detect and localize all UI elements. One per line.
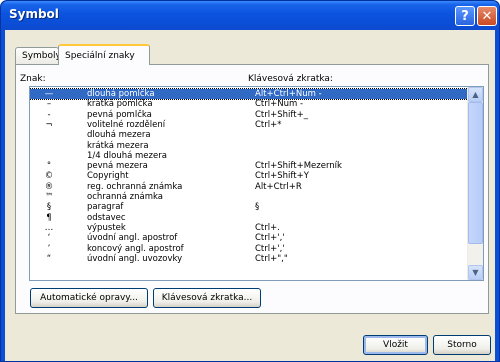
row-name: krátká pomlčka bbox=[87, 99, 153, 110]
row-name: ochranná známka bbox=[87, 192, 163, 202]
cancel-button-label: Storno bbox=[447, 340, 477, 350]
list-row[interactable]: ’ koncový angl. apostrof Ctrl+',' bbox=[30, 244, 470, 254]
list-scrollbar[interactable]: ▲ ▼ bbox=[467, 87, 483, 280]
row-name: dlouhá mezera bbox=[87, 130, 151, 141]
special-characters-list[interactable]: — dlouhá pomlčka Alt+Ctrl+Num - – krátká pom… bbox=[29, 86, 484, 281]
list-row[interactable]: ¶ odstavec bbox=[30, 213, 470, 223]
tab-special-characters[interactable]: Speciální znaky bbox=[58, 44, 150, 65]
list-row[interactable]: — dlouhá pomlčka Alt+Ctrl+Num - bbox=[30, 87, 471, 101]
row-shortcut: Ctrl+Shift+Mezerník bbox=[255, 161, 342, 172]
list-row[interactable]: ‘ úvodní angl. apostrof Ctrl+',' bbox=[30, 233, 470, 243]
row-name: krátká mezera bbox=[87, 140, 149, 151]
symbol-dialog: Symbol ? ✕ Symboly Speciální znaky Znak:… bbox=[0, 0, 500, 362]
row-name: Copyright bbox=[87, 171, 129, 182]
tab-special-characters-label: Speciální znaky bbox=[65, 50, 135, 61]
list-row[interactable]: dlouhá mezera bbox=[30, 130, 470, 140]
row-name: volitelné rozdělení bbox=[87, 119, 166, 130]
row-name: úvodní angl. uvozovky bbox=[87, 253, 183, 264]
row-shortcut: Ctrl+. bbox=[255, 222, 280, 233]
row-symbol: — bbox=[44, 89, 54, 99]
shortcut-key-button[interactable]: Klávesová zkratka... bbox=[153, 288, 261, 308]
row-symbol: - bbox=[47, 109, 51, 120]
row-symbol: ‘ bbox=[47, 233, 51, 244]
list-row[interactable]: 1/4 dlouhá mezera bbox=[30, 151, 470, 161]
row-name: pevná mezera bbox=[87, 161, 148, 172]
row-symbol: … bbox=[44, 222, 54, 233]
special-characters-panel: Znak: Klávesová zkratka: — dlouhá pomlčka… bbox=[15, 64, 489, 314]
row-shortcut: Ctrl+Shift+_ bbox=[255, 109, 308, 120]
chevron-up-icon: ▲ bbox=[472, 90, 479, 99]
row-symbol: © bbox=[44, 171, 54, 182]
row-symbol: – bbox=[46, 99, 52, 110]
list-row[interactable]: ¬ volitelné rozdělení Ctrl+* bbox=[30, 120, 470, 130]
row-name: koncový angl. apostrof bbox=[87, 243, 184, 254]
list-row[interactable]: © Copyright Ctrl+Shift+Y bbox=[30, 171, 470, 181]
close-button[interactable]: ✕ bbox=[477, 6, 497, 26]
close-icon: ✕ bbox=[481, 8, 493, 24]
row-name: 1/4 dlouhá mezera bbox=[87, 150, 167, 161]
chevron-down-icon: ▼ bbox=[472, 268, 479, 277]
shortcut-key-button-label: Klávesová zkratka... bbox=[161, 293, 253, 303]
help-icon: ? bbox=[461, 8, 469, 24]
scroll-up-button[interactable]: ▲ bbox=[468, 87, 483, 102]
row-name: pevná pomlčka bbox=[87, 109, 152, 120]
autocorrect-button[interactable]: Automatické opravy... bbox=[30, 288, 148, 308]
list-row[interactable]: § paragraf § bbox=[30, 202, 470, 212]
row-symbol: ’ bbox=[47, 243, 51, 254]
row-shortcut: § bbox=[255, 202, 260, 213]
window-title: Symbol bbox=[9, 7, 59, 21]
scroll-thumb[interactable] bbox=[468, 102, 483, 244]
help-button[interactable]: ? bbox=[455, 6, 475, 26]
row-shortcut: Ctrl+"," bbox=[255, 253, 288, 264]
row-name: úvodní angl. apostrof bbox=[87, 233, 178, 244]
row-symbol: § bbox=[46, 202, 52, 213]
tab-symbols-label: Symboly bbox=[22, 51, 61, 61]
insert-button-label: Vložit bbox=[383, 340, 408, 350]
column-header-shortcut: Klávesová zkratka: bbox=[248, 74, 333, 84]
cancel-button[interactable]: Storno bbox=[433, 335, 491, 355]
column-header-char: Znak: bbox=[20, 74, 46, 84]
row-symbol: ¶ bbox=[46, 212, 52, 223]
row-name: dlouhá pomlčka bbox=[87, 89, 155, 99]
row-shortcut: Ctrl+Num - bbox=[255, 99, 304, 110]
list-row[interactable]: krátká mezera bbox=[30, 141, 470, 151]
insert-button[interactable]: Vložit bbox=[363, 335, 428, 355]
row-symbol: ¬ bbox=[45, 119, 53, 130]
scroll-down-button[interactable]: ▼ bbox=[468, 265, 483, 280]
list-row[interactable]: ° pevná mezera Ctrl+Shift+Mezerník bbox=[30, 161, 470, 171]
row-name: výpustek bbox=[87, 222, 126, 233]
tab-symbols[interactable]: Symboly bbox=[15, 47, 61, 64]
row-shortcut: Ctrl+',' bbox=[255, 233, 285, 244]
dialog-body: Symboly Speciální znaky Znak: Klávesová … bbox=[5, 30, 495, 361]
list-row[interactable]: – krátká pomlčka Ctrl+Num - bbox=[30, 99, 470, 109]
row-shortcut: Ctrl+* bbox=[255, 119, 282, 130]
list-row[interactable]: … výpustek Ctrl+. bbox=[30, 223, 470, 233]
row-shortcut: Alt+Ctrl+Num - bbox=[255, 89, 322, 99]
list-row[interactable]: ® reg. ochranná známka Alt+Ctrl+R bbox=[30, 182, 470, 192]
row-symbol: ® bbox=[44, 181, 54, 192]
row-symbol: ° bbox=[46, 161, 52, 172]
row-symbol: “ bbox=[46, 253, 52, 264]
list-row[interactable]: ™ ochranná známka bbox=[30, 192, 470, 202]
title-bar[interactable]: Symbol ? ✕ bbox=[1, 1, 499, 30]
row-shortcut: Alt+Ctrl+R bbox=[255, 181, 302, 192]
row-shortcut: Ctrl+',' bbox=[255, 243, 285, 254]
row-name: odstavec bbox=[87, 212, 126, 223]
row-name: paragraf bbox=[87, 202, 124, 213]
row-symbol: ™ bbox=[44, 192, 54, 202]
list-row[interactable]: - pevná pomlčka Ctrl+Shift+_ bbox=[30, 110, 470, 120]
list-row[interactable]: “ úvodní angl. uvozovky Ctrl+"," bbox=[30, 254, 470, 264]
row-shortcut: Ctrl+Shift+Y bbox=[255, 171, 309, 182]
autocorrect-button-label: Automatické opravy... bbox=[40, 293, 138, 303]
row-name: reg. ochranná známka bbox=[87, 181, 183, 192]
